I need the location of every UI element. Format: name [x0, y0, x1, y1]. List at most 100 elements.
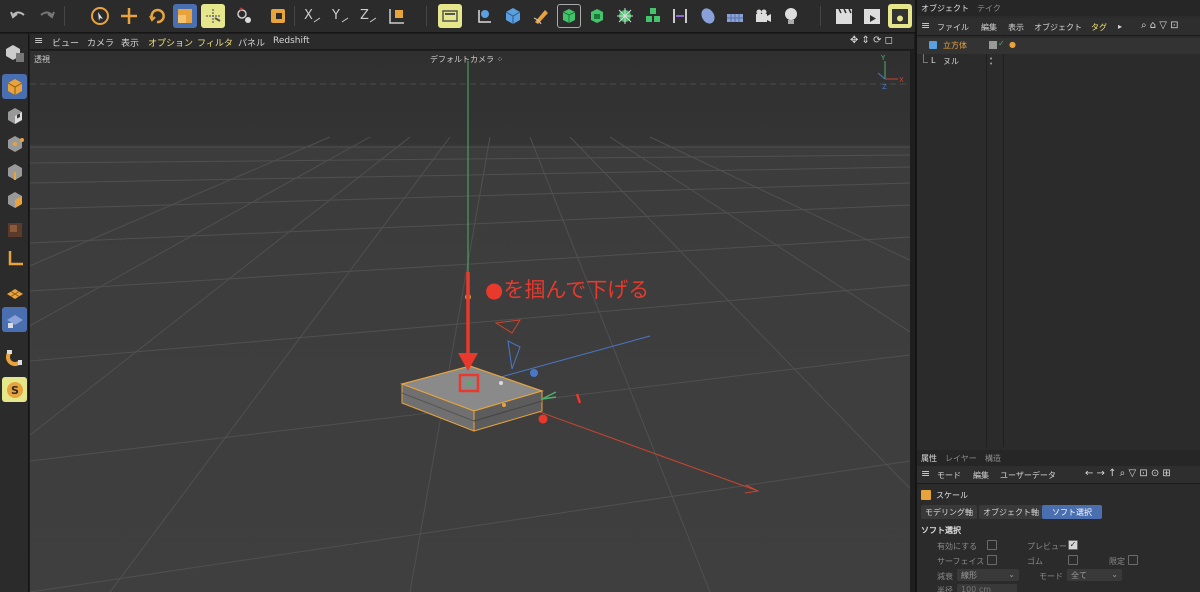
- tab-modeling-axis[interactable]: モデリング軸: [921, 505, 977, 519]
- render-to-picture-viewer-icon[interactable]: [860, 4, 884, 28]
- subdivision-surface-icon[interactable]: [557, 4, 581, 28]
- y-axis-icon[interactable]: Y: [328, 4, 352, 28]
- viewport-hamburger-icon[interactable]: ≡: [34, 34, 43, 47]
- om-menu-objects[interactable]: オブジェクト: [1034, 22, 1082, 33]
- falloff-chevron-icon: ⌄: [1008, 570, 1015, 579]
- am-nav-icons[interactable]: ← → ↑ ⌕ ▽ ⊡ ⊙ ⊞: [1085, 468, 1171, 479]
- camera-icon[interactable]: [751, 4, 775, 28]
- viewport-navigation-icons[interactable]: ✥ ⇕ ⟳ ◻: [850, 35, 893, 46]
- viewport-camera-text: デフォルトカメラ: [430, 55, 494, 64]
- polygon-mode-icon[interactable]: [2, 187, 27, 212]
- om-menu-more-icon[interactable]: ▸: [1118, 22, 1122, 31]
- object-manager-hamburger-icon[interactable]: ≡: [921, 19, 930, 32]
- om-tool-icons[interactable]: ⌕ ⌂ ▽ ⊡: [1141, 20, 1179, 31]
- perspective-viewport[interactable]: Y X Z 透視 デフォルトカメラ ⁘ ●を掴んで下げる: [30, 51, 910, 592]
- render-active-view-icon[interactable]: [832, 4, 856, 28]
- object-row-cube[interactable]: 立方体 ✓ ●: [917, 38, 1200, 54]
- extrude-generator-icon[interactable]: [585, 4, 609, 28]
- mode-dropdown[interactable]: 全て ⌄: [1067, 569, 1122, 581]
- undo-icon[interactable]: [6, 4, 30, 28]
- transform-icon[interactable]: [201, 4, 225, 28]
- om-menu-edit[interactable]: 編集: [981, 22, 997, 33]
- null-visibility-dots-icon[interactable]: • •: [989, 56, 993, 68]
- sketch-pen-icon[interactable]: [529, 4, 553, 28]
- am-menu-user-data[interactable]: ユーザーデータ: [1000, 470, 1056, 481]
- preview-checkbox[interactable]: ✓: [1068, 540, 1078, 550]
- tab-objects[interactable]: オブジェクト: [921, 3, 969, 14]
- solo-icon[interactable]: S: [2, 377, 27, 402]
- snap-icon[interactable]: [2, 344, 27, 369]
- redo-icon[interactable]: [35, 4, 59, 28]
- tab-structure[interactable]: 構造: [985, 453, 1001, 464]
- rotate-icon[interactable]: [145, 4, 169, 28]
- soft-selection-section-title: ソフト選択: [921, 526, 961, 535]
- render-view-icon[interactable]: [438, 4, 462, 28]
- workplane-lock-icon[interactable]: [2, 307, 27, 332]
- scale-icon[interactable]: [173, 4, 197, 28]
- menu-options[interactable]: オプション: [148, 36, 193, 49]
- tab-object-axis[interactable]: オブジェクト軸: [979, 505, 1043, 519]
- object-row-null[interactable]: L ヌル • •: [917, 54, 1200, 70]
- floor-icon[interactable]: [723, 4, 747, 28]
- surface-checkbox[interactable]: [987, 555, 997, 565]
- tab-soft-selection[interactable]: ソフト選択: [1042, 505, 1102, 519]
- cube-object-icon: [929, 41, 937, 49]
- radius-field[interactable]: 100 cm: [957, 584, 1017, 592]
- om-menu-tags[interactable]: タグ: [1091, 22, 1107, 33]
- axis-mode-icon[interactable]: [2, 245, 27, 270]
- cube-layer-icon[interactable]: [989, 41, 997, 49]
- om-menu-view[interactable]: 表示: [1008, 22, 1024, 33]
- om-menu-file[interactable]: ファイル: [937, 22, 969, 33]
- tab-attributes[interactable]: 属性: [921, 453, 937, 464]
- svg-text:Y: Y: [880, 54, 886, 62]
- menu-display[interactable]: 表示: [121, 36, 139, 49]
- falloff-value: 線形: [961, 571, 977, 580]
- live-selection-icon[interactable]: [88, 4, 112, 28]
- point-mode-icon[interactable]: [2, 131, 27, 156]
- rubber-checkbox[interactable]: [1068, 555, 1078, 565]
- light-icon[interactable]: [779, 4, 803, 28]
- field-icon[interactable]: [696, 4, 720, 28]
- managers-panel: オブジェクト テイク ≡ ファイル 編集 表示 オブジェクト タグ ▸ ⌕ ⌂ …: [915, 0, 1200, 592]
- menu-cameras[interactable]: カメラ: [87, 36, 114, 49]
- am-menu-edit[interactable]: 編集: [973, 470, 989, 481]
- attribute-manager-hamburger-icon[interactable]: ≡: [921, 467, 930, 480]
- svg-text:X: X: [899, 76, 904, 84]
- deformer-icon[interactable]: [668, 4, 692, 28]
- coordinate-system-icon[interactable]: [384, 4, 408, 28]
- restrict-checkbox[interactable]: [1128, 555, 1138, 565]
- edge-mode-icon[interactable]: [2, 159, 27, 184]
- move-icon[interactable]: [117, 4, 141, 28]
- viewport-camera-label[interactable]: デフォルトカメラ ⁘: [430, 54, 503, 65]
- menu-filter[interactable]: フィルタ: [197, 36, 233, 49]
- tweak-icon[interactable]: [232, 4, 256, 28]
- menu-view[interactable]: ビュー: [52, 36, 79, 49]
- svg-text:Z: Z: [882, 83, 887, 91]
- workplane-icon[interactable]: [2, 281, 27, 306]
- cloner-icon[interactable]: [613, 4, 637, 28]
- falloff-dropdown[interactable]: 線形 ⌄: [957, 569, 1019, 581]
- menu-panel[interactable]: パネル: [238, 36, 265, 49]
- make-editable-icon[interactable]: [2, 40, 27, 65]
- enable-checkbox[interactable]: [987, 540, 997, 550]
- texture-mode-icon[interactable]: [2, 103, 27, 128]
- z-axis-icon[interactable]: Z: [356, 4, 380, 28]
- render-settings-icon[interactable]: [888, 4, 912, 28]
- tab-takes[interactable]: テイク: [977, 3, 1001, 14]
- mograph-cubes-icon[interactable]: [641, 4, 665, 28]
- uv-mode-icon[interactable]: [2, 217, 27, 242]
- x-axis-icon[interactable]: X: [300, 4, 324, 28]
- menu-redshift[interactable]: Redshift: [273, 36, 310, 46]
- tab-layers[interactable]: レイヤー: [945, 453, 977, 464]
- object-name-cube[interactable]: 立方体: [943, 40, 967, 51]
- spline-pen-icon[interactable]: [473, 4, 497, 28]
- cube-primitive-icon[interactable]: [501, 4, 525, 28]
- cube-visibility-check-icon[interactable]: ✓: [998, 39, 1005, 48]
- rubber-label: ゴム: [1027, 557, 1043, 566]
- attribute-manager-menu: ≡ モード 編集 ユーザーデータ ← → ↑ ⌕ ▽ ⊡ ⊙ ⊞: [917, 466, 1200, 484]
- am-menu-mode[interactable]: モード: [937, 470, 961, 481]
- model-mode-icon[interactable]: [2, 74, 27, 99]
- cube-tag-icon[interactable]: ●: [1009, 40, 1016, 49]
- object-mode-icon[interactable]: [266, 4, 290, 28]
- object-name-null[interactable]: ヌル: [943, 56, 959, 67]
